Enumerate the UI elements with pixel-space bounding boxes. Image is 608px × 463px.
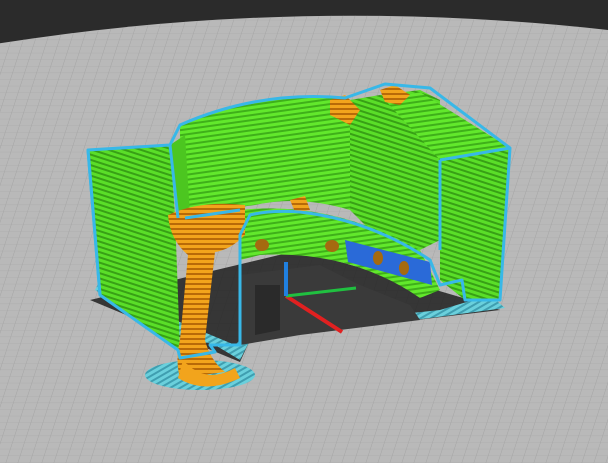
slicer-preview-scene[interactable] (0, 0, 608, 463)
3d-preview-viewport[interactable] (0, 0, 608, 463)
